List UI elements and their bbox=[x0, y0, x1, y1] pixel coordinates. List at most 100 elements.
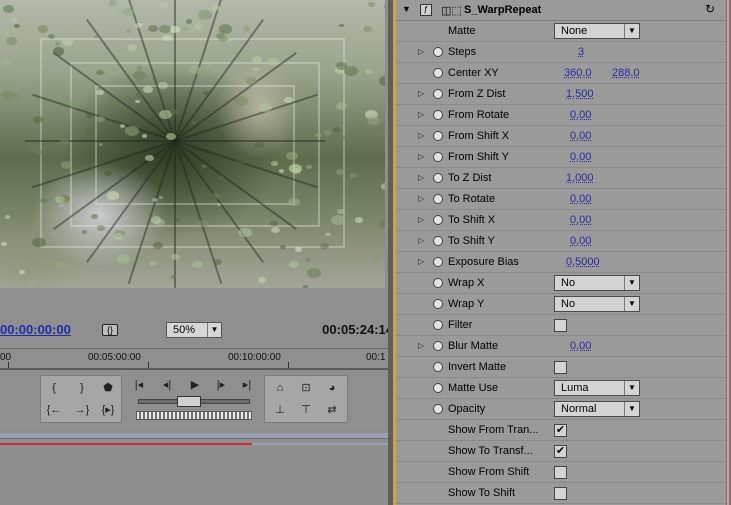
twirl-right-icon[interactable]: ▷ bbox=[418, 215, 424, 224]
stopwatch-icon[interactable] bbox=[433, 257, 443, 267]
param-select[interactable]: Luma ▼ bbox=[554, 380, 640, 396]
param-select[interactable]: No ▼ bbox=[554, 275, 640, 291]
effect-type-icon: ◫⬚ bbox=[441, 5, 462, 17]
twirl-right-icon[interactable]: ▷ bbox=[418, 110, 424, 119]
safe-margins-icon[interactable]: {} bbox=[102, 324, 118, 336]
twirl-right-icon[interactable]: ▷ bbox=[418, 194, 424, 203]
stopwatch-icon[interactable] bbox=[433, 89, 443, 99]
stopwatch-icon[interactable] bbox=[433, 47, 443, 57]
jog-wheel[interactable] bbox=[136, 411, 252, 420]
stopwatch-icon[interactable] bbox=[433, 131, 443, 141]
param-value[interactable]: 1,000 bbox=[566, 172, 594, 184]
param-row-center-xy: Center XY 360,0 288,0 bbox=[396, 63, 726, 84]
param-value[interactable]: 0,00 bbox=[570, 109, 591, 121]
stopwatch-icon[interactable] bbox=[433, 215, 443, 225]
mark-in-icon[interactable]: { bbox=[45, 380, 63, 396]
param-value-y[interactable]: 288,0 bbox=[612, 67, 640, 79]
video-preview[interactable] bbox=[0, 0, 385, 288]
stopwatch-icon[interactable] bbox=[433, 362, 443, 372]
twirl-right-icon[interactable]: ▷ bbox=[418, 341, 424, 350]
time-ruler[interactable]: 00 00:05:00:00 00:10:00:00 00:1 bbox=[0, 348, 393, 368]
lift-icon[interactable]: ⊥ bbox=[271, 402, 289, 418]
fx-enable-icon[interactable]: ƒ bbox=[420, 4, 432, 16]
param-select[interactable]: None ▼ bbox=[554, 23, 640, 39]
param-row-matte: Matte None ▼ bbox=[396, 21, 726, 42]
stopwatch-icon[interactable] bbox=[433, 68, 443, 78]
effect-name: S_WarpRepeat bbox=[464, 4, 542, 16]
duration-timecode: 00:05:24:14 bbox=[322, 322, 393, 337]
param-value[interactable]: 0,00 bbox=[570, 193, 591, 205]
param-checkbox[interactable]: ✔ bbox=[554, 445, 567, 458]
param-row-from-shift-x: ▷ From Shift X 0,00 bbox=[396, 126, 726, 147]
stopwatch-icon[interactable] bbox=[433, 152, 443, 162]
param-value[interactable]: 0,00 bbox=[570, 151, 591, 163]
stopwatch-icon[interactable] bbox=[433, 110, 443, 120]
reset-icon[interactable]: ↻ bbox=[705, 2, 715, 16]
loop-icon[interactable]: ⌂ bbox=[271, 380, 289, 396]
step-forward-icon[interactable]: ▸| bbox=[238, 377, 256, 393]
shuttle-slider[interactable] bbox=[138, 396, 250, 407]
stopwatch-icon[interactable] bbox=[433, 278, 443, 288]
param-value[interactable]: 0,00 bbox=[570, 340, 591, 352]
param-checkbox[interactable] bbox=[554, 487, 567, 500]
stopwatch-icon[interactable] bbox=[433, 194, 443, 204]
twirl-right-icon[interactable]: ▷ bbox=[418, 236, 424, 245]
shuttle-knob[interactable] bbox=[177, 396, 201, 407]
zoom-level-select[interactable]: 50% ▼ bbox=[166, 322, 222, 338]
chevron-down-icon: ▼ bbox=[624, 402, 639, 416]
twirl-right-icon[interactable]: ▷ bbox=[418, 47, 424, 56]
param-checkbox[interactable] bbox=[554, 361, 567, 374]
param-value[interactable]: 0,00 bbox=[570, 130, 591, 142]
twirl-right-icon[interactable]: ▷ bbox=[418, 152, 424, 161]
twirl-right-icon[interactable]: ▷ bbox=[418, 89, 424, 98]
param-select[interactable]: Normal ▼ bbox=[554, 401, 640, 417]
param-label: Matte bbox=[448, 25, 476, 37]
param-checkbox[interactable] bbox=[554, 466, 567, 479]
stopwatch-icon[interactable] bbox=[433, 404, 443, 414]
param-value[interactable]: 1,500 bbox=[566, 88, 594, 100]
param-row-show-to-transf: Show To Transf... ✔ bbox=[396, 441, 726, 462]
stopwatch-icon[interactable] bbox=[433, 173, 443, 183]
param-row-to-rotate: ▷ To Rotate 0,00 bbox=[396, 189, 726, 210]
twirl-down-icon[interactable]: ▼ bbox=[402, 4, 411, 14]
param-value[interactable]: 3 bbox=[578, 46, 584, 58]
param-value-x[interactable]: 360,0 bbox=[564, 67, 592, 79]
twirl-right-icon[interactable]: ▷ bbox=[418, 131, 424, 140]
param-row-show-from-tran: Show From Tran... ✔ bbox=[396, 420, 726, 441]
step-back-icon[interactable]: |◂ bbox=[130, 377, 148, 393]
marker-icon[interactable]: ⬟ bbox=[99, 380, 117, 396]
marker-controls: { } ⬟ {← →} {▸} bbox=[40, 375, 122, 423]
render-bar-unrendered bbox=[252, 443, 393, 445]
param-row-from-rotate: ▷ From Rotate 0,00 bbox=[396, 105, 726, 126]
frame-back-icon[interactable]: ◂| bbox=[158, 377, 176, 393]
param-checkbox[interactable] bbox=[554, 319, 567, 332]
param-label: To Shift X bbox=[448, 214, 496, 226]
playhead-track bbox=[0, 368, 393, 370]
param-checkbox[interactable]: ✔ bbox=[554, 424, 567, 437]
play-icon[interactable]: ▶ bbox=[186, 377, 204, 393]
param-select-value: None bbox=[561, 25, 588, 37]
current-timecode[interactable]: 00:00:00:00 bbox=[0, 322, 71, 337]
param-value[interactable]: 0,5000 bbox=[566, 256, 600, 268]
stopwatch-icon[interactable] bbox=[433, 320, 443, 330]
stopwatch-icon[interactable] bbox=[433, 383, 443, 393]
output-icon[interactable]: ◕ bbox=[323, 380, 341, 396]
extract-icon[interactable]: ⊤ bbox=[297, 402, 315, 418]
play-in-to-out-icon[interactable]: {▸} bbox=[99, 402, 117, 418]
frame-forward-icon[interactable]: |▸ bbox=[212, 377, 230, 393]
chevron-down-icon: ▼ bbox=[624, 297, 639, 311]
stopwatch-icon[interactable] bbox=[433, 236, 443, 246]
twirl-right-icon[interactable]: ▷ bbox=[418, 173, 424, 182]
twirl-right-icon[interactable]: ▷ bbox=[418, 257, 424, 266]
work-area-bar[interactable] bbox=[0, 433, 393, 439]
param-value[interactable]: 0,00 bbox=[570, 214, 591, 226]
go-to-out-icon[interactable]: →} bbox=[73, 402, 91, 418]
param-select[interactable]: No ▼ bbox=[554, 296, 640, 312]
trim-icon[interactable]: ⇄ bbox=[323, 402, 341, 418]
safe-margins-toggle-icon[interactable]: ⊡ bbox=[297, 380, 315, 396]
go-to-in-icon[interactable]: {← bbox=[45, 402, 63, 418]
stopwatch-icon[interactable] bbox=[433, 299, 443, 309]
mark-out-icon[interactable]: } bbox=[73, 380, 91, 396]
stopwatch-icon[interactable] bbox=[433, 341, 443, 351]
param-value[interactable]: 0,00 bbox=[570, 235, 591, 247]
